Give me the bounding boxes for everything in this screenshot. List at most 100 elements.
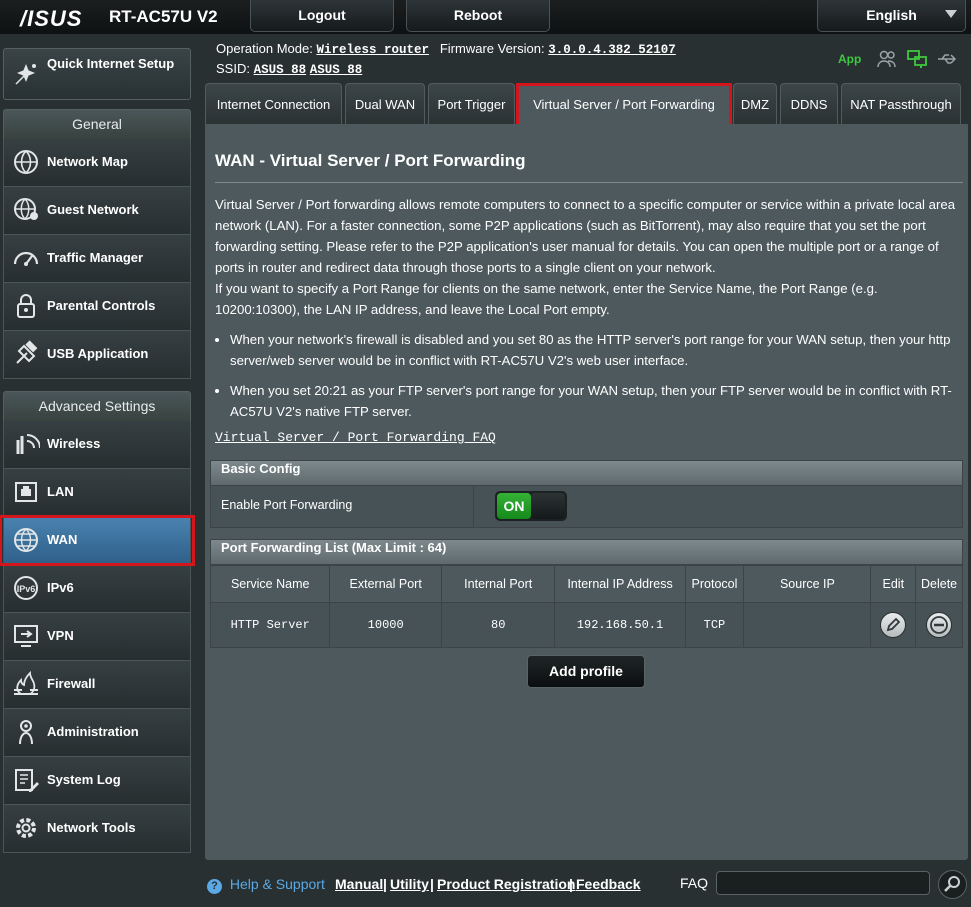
usb-status-icon[interactable] — [936, 48, 958, 70]
globe-icon — [14, 528, 38, 552]
info-bar: Operation Mode: Wireless router Firmware… — [216, 40, 676, 80]
port-forwarding-toggle[interactable]: ON — [495, 491, 567, 521]
op-mode-link[interactable]: Wireless router — [316, 43, 429, 57]
tab-dual-wan[interactable]: Dual WAN — [345, 83, 425, 124]
tab-virtual-server[interactable]: Virtual Server / Port Forwarding — [518, 83, 730, 124]
app-link[interactable]: App — [838, 52, 861, 66]
sidebar-item-label: Network Map — [47, 154, 128, 169]
utility-link[interactable]: Utility — [390, 876, 429, 892]
cell-protocol: TCP — [684, 602, 745, 648]
feedback-link[interactable]: Feedback — [576, 876, 641, 892]
wireless-icon — [16, 434, 40, 454]
vpn-icon — [14, 625, 38, 647]
description-paragraph: If you want to specify a Port Range for … — [215, 281, 878, 317]
language-select[interactable]: English — [817, 0, 966, 32]
add-profile-button[interactable]: Add profile — [527, 655, 645, 688]
column-header: Internal IP Address — [554, 565, 686, 603]
sidebar-item-label: USB Application — [47, 346, 149, 361]
administration-icon — [19, 720, 33, 745]
sidebar-item-ipv6[interactable]: IPv6 IPv6 — [3, 565, 191, 613]
op-mode-label: Operation Mode: — [216, 41, 313, 56]
cell-delete — [915, 602, 963, 648]
sidebar-item-wireless[interactable]: Wireless — [3, 421, 191, 469]
help-support: ? Help & Support — [207, 876, 325, 894]
column-header: Source IP — [743, 565, 872, 603]
sidebar-item-label: Parental Controls — [47, 298, 156, 313]
guest-network-icon — [14, 198, 38, 220]
warning-bullet: When you set 20:21 as your FTP server's … — [230, 380, 963, 422]
traffic-manager-icon — [13, 251, 39, 266]
row-divider — [473, 486, 474, 527]
warning-bullet: When your network's firewall is disabled… — [230, 329, 963, 371]
delete-button[interactable] — [926, 612, 953, 638]
description-paragraph: Virtual Server / Port forwarding allows … — [215, 197, 956, 275]
help-support-label: Help & Support — [229, 876, 325, 892]
sidebar-item-system-log[interactable]: System Log — [3, 757, 191, 805]
faq-label: FAQ — [680, 875, 709, 891]
tab-nat-passthrough[interactable]: NAT Passthrough — [841, 83, 961, 124]
sidebar-item-network-tools[interactable]: Network Tools — [3, 805, 191, 853]
enable-port-forwarding-label: Enable Port Forwarding — [221, 498, 353, 512]
sidebar-item-guest-network[interactable]: Guest Network — [3, 187, 191, 235]
column-header: Protocol — [684, 565, 745, 603]
cell-service-name: HTTP Server — [209, 602, 331, 648]
tab-port-trigger[interactable]: Port Trigger — [428, 83, 515, 124]
column-header: Edit — [870, 565, 917, 603]
toggle-on-label: ON — [497, 493, 531, 519]
ssid-link-1[interactable]: ASUS_88 — [254, 63, 307, 77]
network-map-icon — [14, 150, 38, 174]
product-registration-link[interactable]: Product Registration — [437, 876, 575, 892]
logout-button[interactable]: Logout — [250, 0, 394, 32]
separator: | — [430, 876, 434, 892]
clients-icon[interactable] — [876, 48, 898, 70]
sidebar-item-label: System Log — [47, 772, 121, 787]
column-header: Service Name — [209, 565, 331, 603]
system-log-icon — [15, 769, 39, 792]
help-icon: ? — [207, 879, 222, 894]
cell-source-ip — [743, 602, 872, 648]
description: Virtual Server / Port forwarding allows … — [215, 194, 963, 431]
sidebar-item-label: Administration — [47, 724, 139, 739]
table-row: HTTP Server 10000 80 192.168.50.1 TCP — [209, 602, 963, 648]
sidebar-item-label: WAN — [47, 532, 78, 547]
chevron-down-icon — [945, 10, 957, 18]
tab-internet-connection[interactable]: Internet Connection — [205, 83, 342, 124]
internet-status-icon[interactable] — [906, 48, 928, 70]
sidebar-item-firewall[interactable]: Firewall — [3, 661, 191, 709]
sidebar-item-label: Traffic Manager — [47, 250, 144, 265]
cell-internal-port: 80 — [440, 602, 556, 648]
pencil-icon — [887, 617, 901, 632]
edit-button[interactable] — [880, 612, 907, 638]
firewall-icon — [14, 670, 38, 695]
port-forwarding-list-heading: Port Forwarding List (Max Limit : 64) — [210, 539, 963, 565]
reboot-button[interactable]: Reboot — [406, 0, 550, 32]
sidebar-item-traffic-manager[interactable]: Traffic Manager — [3, 235, 191, 283]
router-model: RT-AC57U V2 — [109, 7, 218, 26]
sidebar-item-usb-application[interactable]: USB Application — [3, 331, 191, 379]
faq-search-input[interactable] — [716, 871, 930, 895]
faq-search-button[interactable] — [938, 870, 967, 899]
sidebar-item-administration[interactable]: Administration — [3, 709, 191, 757]
tab-ddns[interactable]: DDNS — [780, 83, 838, 124]
sidebar-item-lan[interactable]: LAN — [3, 469, 191, 517]
column-header: Delete — [915, 565, 963, 603]
lan-icon — [15, 482, 37, 502]
sidebar-item-parental-controls[interactable]: Parental Controls — [3, 283, 191, 331]
quick-setup-label: Quick Internet Setup — [47, 56, 175, 71]
sidebar-item-network-map[interactable]: Network Map — [3, 139, 191, 187]
manual-link[interactable]: Manual — [335, 876, 383, 892]
footer: ? Help & Support Manual | Utility | Prod… — [0, 866, 971, 907]
ssid-label: SSID: — [216, 61, 250, 76]
sidebar-item-label: Network Tools — [47, 820, 136, 835]
faq-link[interactable]: Virtual Server / Port Forwarding FAQ — [215, 430, 496, 445]
content-panel: WAN - Virtual Server / Port Forwarding V… — [205, 124, 968, 860]
basic-config-heading: Basic Config — [210, 460, 963, 486]
firmware-link[interactable]: 3.0.0.4.382_52107 — [548, 43, 676, 57]
ssid-link-2[interactable]: ASUS_88 — [310, 63, 363, 77]
quick-internet-setup-button[interactable]: Quick Internet Setup — [3, 48, 191, 100]
sidebar-item-wan[interactable]: WAN — [3, 517, 191, 565]
tab-dmz[interactable]: DMZ — [733, 83, 777, 124]
usb-icon — [16, 340, 38, 364]
sidebar-item-label: IPv6 — [47, 580, 74, 595]
sidebar-item-vpn[interactable]: VPN — [3, 613, 191, 661]
